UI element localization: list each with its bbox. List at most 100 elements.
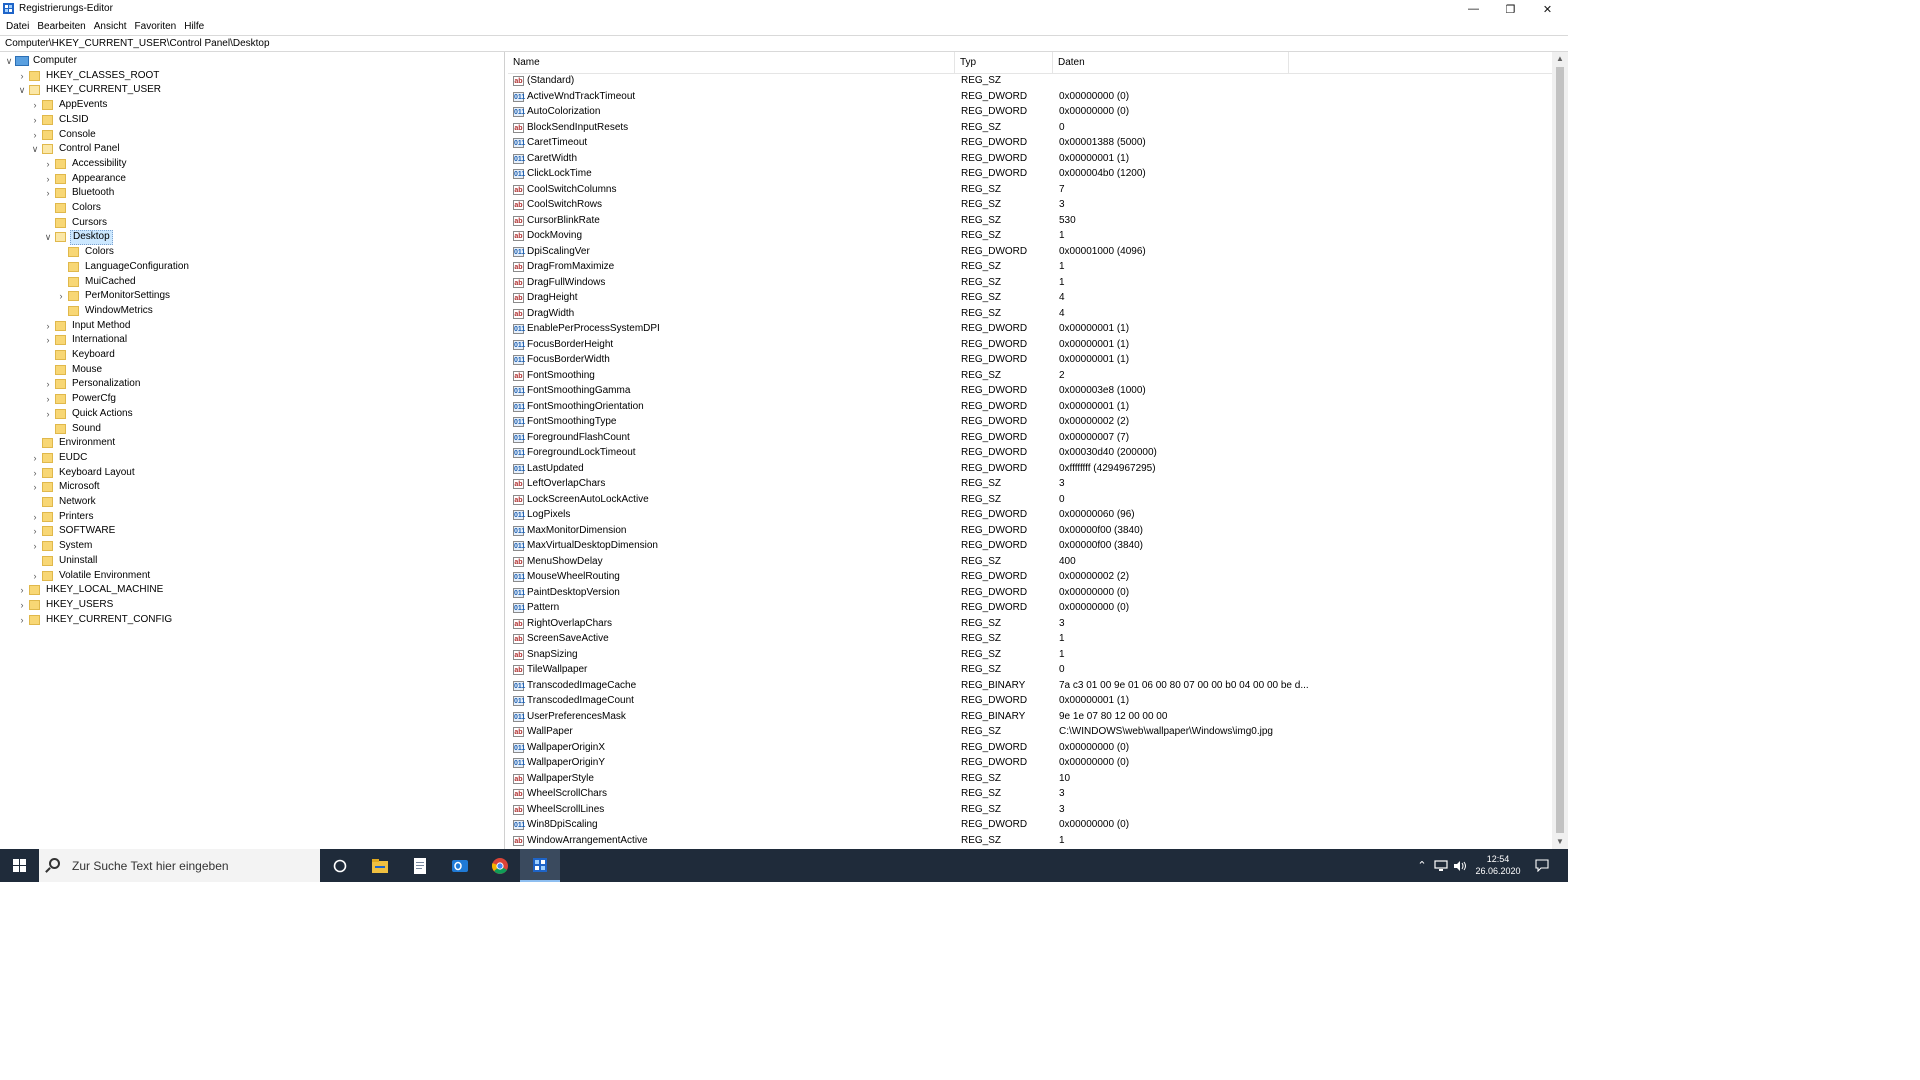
taskbar-search-box[interactable]: Zur Suche Text hier eingeben: [39, 849, 320, 882]
expand-chevron-icon[interactable]: ›: [17, 598, 27, 613]
menu-favoriten[interactable]: Favoriten: [132, 21, 180, 32]
vertical-scrollbar[interactable]: ▲ ▼: [1552, 52, 1568, 849]
notifications-icon[interactable]: [1532, 849, 1552, 882]
value-row[interactable]: 011 CaretTimeout REG_DWORD 0x00001388 (5000…: [508, 135, 1552, 151]
value-row[interactable]: 011 DpiScalingVer REG_DWORD 0x00001000 (409…: [508, 244, 1552, 260]
value-row[interactable]: ab RightOverlapChars REG_SZ 3: [508, 616, 1552, 632]
value-row[interactable]: ab BlockSendInputResets REG_SZ 0: [508, 120, 1552, 136]
task-view-button[interactable]: [320, 849, 360, 882]
value-row[interactable]: 011 LogPixels REG_DWORD 0x00000060 (96): [508, 507, 1552, 523]
value-row[interactable]: ab CoolSwitchColumns REG_SZ 7: [508, 182, 1552, 198]
menu-ansicht[interactable]: Ansicht: [91, 21, 130, 32]
value-row[interactable]: ab CursorBlinkRate REG_SZ 530: [508, 213, 1552, 229]
expand-chevron-icon[interactable]: ›: [43, 157, 53, 172]
expand-chevron-icon[interactable]: ›: [17, 69, 27, 84]
tray-overflow-chevron-icon[interactable]: ⌃: [1414, 849, 1430, 882]
expand-chevron-icon[interactable]: ›: [30, 113, 40, 128]
value-row[interactable]: 011 TranscodedImageCache REG_BINARY 7a c3 0…: [508, 678, 1552, 694]
value-row[interactable]: 011 Pattern REG_DWORD 0x00000000 (0): [508, 600, 1552, 616]
value-row[interactable]: 011 MaxMonitorDimension REG_DWORD 0x00000f0…: [508, 523, 1552, 539]
menu-hilfe[interactable]: Hilfe: [181, 21, 207, 32]
expand-chevron-icon[interactable]: ›: [43, 407, 53, 422]
expand-chevron-icon[interactable]: ›: [30, 510, 40, 525]
value-row[interactable]: 011 TranscodedImageCount REG_DWORD 0x000000…: [508, 693, 1552, 709]
value-row[interactable]: 011 FocusBorderWidth REG_DWORD 0x00000001 (…: [508, 352, 1552, 368]
expand-chevron-icon[interactable]: ›: [30, 466, 40, 481]
value-row[interactable]: ab CoolSwitchRows REG_SZ 3: [508, 197, 1552, 213]
expand-chevron-icon[interactable]: ›: [30, 524, 40, 539]
menu-datei[interactable]: Datei: [3, 21, 32, 32]
value-row[interactable]: ab WallPaper REG_SZ C:\WINDOWS\web\wallpape…: [508, 724, 1552, 740]
value-row[interactable]: 011 MouseWheelRouting REG_DWORD 0x00000002 …: [508, 569, 1552, 585]
expand-chevron-icon[interactable]: ›: [30, 128, 40, 143]
expand-chevron-icon[interactable]: ›: [30, 480, 40, 495]
value-row[interactable]: 011 LastUpdated REG_DWORD 0xffffffff (42949…: [508, 461, 1552, 477]
expand-chevron-icon[interactable]: ›: [30, 451, 40, 466]
regedit-taskbar-button[interactable]: [520, 849, 560, 882]
column-header-typ[interactable]: Typ: [955, 52, 1053, 74]
value-row[interactable]: ab TileWallpaper REG_SZ 0: [508, 662, 1552, 678]
expand-chevron-icon[interactable]: ›: [17, 583, 27, 598]
collapse-chevron-icon[interactable]: ∨: [30, 142, 40, 157]
value-row[interactable]: ab LeftOverlapChars REG_SZ 3: [508, 476, 1552, 492]
value-row[interactable]: 011 FontSmoothingType REG_DWORD 0x00000002 …: [508, 414, 1552, 430]
value-row[interactable]: 011 WallpaperOriginY REG_DWORD 0x00000000 (…: [508, 755, 1552, 771]
collapse-chevron-icon[interactable]: ∨: [4, 54, 14, 69]
volume-icon[interactable]: [1452, 849, 1468, 882]
value-row[interactable]: 011 PaintDesktopVersion REG_DWORD 0x0000000…: [508, 585, 1552, 601]
value-row[interactable]: 011 FontSmoothingOrientation REG_DWORD 0x00…: [508, 399, 1552, 415]
taskbar-clock[interactable]: 12:54 26.06.2020: [1472, 853, 1524, 877]
value-row[interactable]: 011 ForegroundFlashCount REG_DWORD 0x000000…: [508, 430, 1552, 446]
value-row[interactable]: 011 UserPreferencesMask REG_BINARY 9e 1e 07…: [508, 709, 1552, 725]
outlook-button[interactable]: [440, 849, 480, 882]
expand-chevron-icon[interactable]: ›: [56, 289, 66, 304]
value-row[interactable]: ab DockMoving REG_SZ 1: [508, 228, 1552, 244]
value-row[interactable]: ab DragHeight REG_SZ 4: [508, 290, 1552, 306]
value-row[interactable]: 011 FocusBorderHeight REG_DWORD 0x00000001 …: [508, 337, 1552, 353]
collapse-chevron-icon[interactable]: ∨: [17, 83, 27, 98]
value-row[interactable]: ab DragFullWindows REG_SZ 1: [508, 275, 1552, 291]
value-row[interactable]: ab WheelScrollLines REG_SZ 3: [508, 802, 1552, 818]
expand-chevron-icon[interactable]: ›: [43, 333, 53, 348]
expand-chevron-icon[interactable]: ›: [30, 98, 40, 113]
value-row[interactable]: 011 ActiveWndTrackTimeout REG_DWORD 0x00000…: [508, 89, 1552, 105]
value-row[interactable]: ab ScreenSaveActive REG_SZ 1: [508, 631, 1552, 647]
value-row[interactable]: ab FontSmoothing REG_SZ 2: [508, 368, 1552, 384]
values-list[interactable]: Name Typ Daten ab (Standard) REG_SZ 011 Acti…: [508, 52, 1552, 849]
restore-button[interactable]: ❐: [1492, 0, 1529, 18]
expand-chevron-icon[interactable]: ›: [30, 539, 40, 554]
value-row[interactable]: 011 ClickLockTime REG_DWORD 0x000004b0 (120…: [508, 166, 1552, 182]
chrome-button[interactable]: [480, 849, 520, 882]
menu-bearbeiten[interactable]: Bearbeiten: [34, 21, 88, 32]
value-row[interactable]: ab WindowArrangementActive REG_SZ 1: [508, 833, 1552, 849]
scroll-up-icon[interactable]: ▲: [1552, 52, 1568, 66]
value-row[interactable]: 011 Win8DpiScaling REG_DWORD 0x00000000 (0): [508, 817, 1552, 833]
key-tree[interactable]: ∨ Computer › HKEY_CLASSES_ROOT ∨ HKEY_CURRENT…: [0, 52, 505, 849]
value-row[interactable]: ab DragWidth REG_SZ 4: [508, 306, 1552, 322]
network-icon[interactable]: [1433, 849, 1449, 882]
value-row[interactable]: 011 EnablePerProcessSystemDPI REG_DWORD 0x0…: [508, 321, 1552, 337]
value-row[interactable]: 011 MaxVirtualDesktopDimension REG_DWORD 0x…: [508, 538, 1552, 554]
value-row[interactable]: ab DragFromMaximize REG_SZ 1: [508, 259, 1552, 275]
value-row[interactable]: 011 AutoColorization REG_DWORD 0x00000000 (…: [508, 104, 1552, 120]
expand-chevron-icon[interactable]: ›: [43, 377, 53, 392]
value-row[interactable]: ab MenuShowDelay REG_SZ 400: [508, 554, 1552, 570]
value-row[interactable]: 011 WallpaperOriginX REG_DWORD 0x00000000 (…: [508, 740, 1552, 756]
collapse-chevron-icon[interactable]: ∨: [43, 230, 53, 245]
file-explorer-button[interactable]: [360, 849, 400, 882]
start-button[interactable]: [0, 849, 38, 882]
minimize-button[interactable]: —: [1455, 0, 1492, 18]
scroll-thumb[interactable]: [1556, 67, 1564, 833]
expand-chevron-icon[interactable]: ›: [43, 186, 53, 201]
value-row[interactable]: ab SnapSizing REG_SZ 1: [508, 647, 1552, 663]
address-bar[interactable]: Computer\HKEY_CURRENT_USER\Control Panel…: [0, 35, 1568, 52]
close-button[interactable]: ✕: [1529, 0, 1566, 18]
scroll-down-icon[interactable]: ▼: [1552, 835, 1568, 849]
expand-chevron-icon[interactable]: ›: [43, 319, 53, 334]
expand-chevron-icon[interactable]: ›: [17, 613, 27, 628]
expand-chevron-icon[interactable]: ›: [43, 172, 53, 187]
expand-chevron-icon[interactable]: ›: [30, 569, 40, 584]
value-row[interactable]: ab LockScreenAutoLockActive REG_SZ 0: [508, 492, 1552, 508]
column-header-name[interactable]: Name: [508, 52, 955, 74]
value-row[interactable]: 011 FontSmoothingGamma REG_DWORD 0x000003e8…: [508, 383, 1552, 399]
